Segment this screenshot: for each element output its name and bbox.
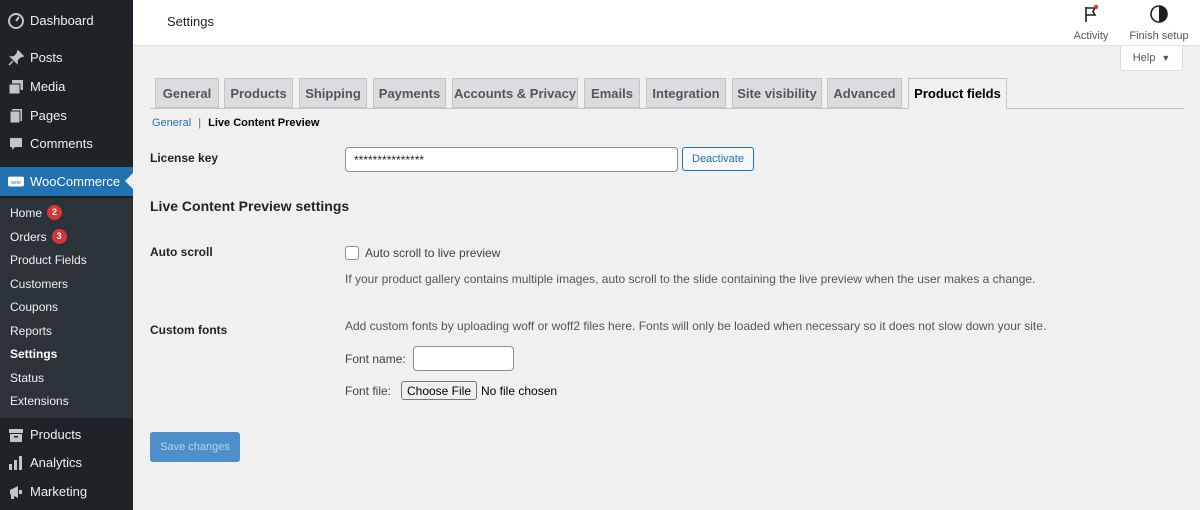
archive-icon xyxy=(8,427,24,443)
menu-label: Comments xyxy=(30,136,93,151)
license-key-label: License key xyxy=(150,151,219,165)
menu-label: Media xyxy=(30,79,66,94)
submenu-item-coupons[interactable]: Coupons xyxy=(10,300,58,314)
submenu-item-orders[interactable]: Orders 3 xyxy=(10,229,67,244)
count-badge: 3 xyxy=(51,229,67,244)
submenu-item-settings[interactable]: Settings xyxy=(10,347,57,361)
tab-advanced[interactable]: Advanced xyxy=(827,78,902,108)
svg-text:woo: woo xyxy=(11,179,21,185)
menu-label: Products xyxy=(30,427,82,442)
tab-payments[interactable]: Payments xyxy=(373,78,446,108)
activity-label: Activity xyxy=(1073,30,1109,42)
submenu-item-extensions[interactable]: Extensions xyxy=(10,394,69,408)
font-name-input[interactable] xyxy=(413,346,514,371)
media-icon xyxy=(8,79,24,95)
section-title: Live Content Preview settings xyxy=(150,198,350,214)
font-name-label: Font name: xyxy=(345,352,406,366)
submenu-label: Reports xyxy=(10,324,53,338)
submenu-item-product-fields[interactable]: Product Fields xyxy=(10,253,87,267)
sub-navigation: General | Live Content Preview xyxy=(152,117,319,129)
submenu-label: Customers xyxy=(10,277,69,291)
top-header-bar: Settings Activity Finish setup xyxy=(133,0,1200,46)
submenu-item-customers[interactable]: Customers xyxy=(10,277,68,291)
pin-icon xyxy=(8,49,24,66)
menu-item-analytics[interactable]: Analytics xyxy=(0,448,133,477)
license-key-input[interactable]: *************** xyxy=(345,147,678,172)
submenu-item-status[interactable]: Status xyxy=(10,371,44,385)
tab-general[interactable]: General xyxy=(155,78,219,108)
submenu-label: Extensions xyxy=(10,394,69,408)
count-badge: 2 xyxy=(47,205,63,220)
subnav-current: Live Content Preview xyxy=(208,117,320,129)
pages-icon xyxy=(8,108,24,124)
no-file-chosen-text: No file chosen xyxy=(481,384,558,398)
auto-scroll-description: If your product gallery contains multipl… xyxy=(345,272,1036,286)
custom-fonts-description: Add custom fonts by uploading woff or wo… xyxy=(345,319,1047,333)
submenu-label: Orders xyxy=(10,229,47,244)
save-changes-button[interactable]: Save changes xyxy=(150,432,240,462)
auto-scroll-checkbox[interactable] xyxy=(345,246,359,260)
tab-integration[interactable]: Integration xyxy=(646,78,726,108)
menu-item-products[interactable]: Products xyxy=(0,420,133,449)
menu-item-pages[interactable]: Pages xyxy=(0,101,133,130)
dashboard-icon xyxy=(8,12,24,29)
tab-emails[interactable]: Emails xyxy=(584,78,640,108)
menu-label: Pages xyxy=(30,108,67,123)
flag-icon xyxy=(1085,4,1099,22)
menu-label: WooCommerce xyxy=(30,174,121,189)
menu-label: Dashboard xyxy=(30,13,94,28)
menu-item-marketing[interactable]: Marketing xyxy=(0,477,133,506)
chart-bar-icon xyxy=(8,455,24,471)
woo-icon: woo xyxy=(8,174,24,190)
finish-setup-button[interactable]: Finish setup xyxy=(1127,4,1191,42)
tab-products[interactable]: Products xyxy=(224,78,293,108)
auto-scroll-label: Auto scroll xyxy=(150,245,213,259)
woocommerce-submenu: Home 2 Orders 3 Product Fields Customers… xyxy=(0,198,133,418)
caret-down-icon: ▼ xyxy=(1161,53,1171,63)
tab-accounts-privacy[interactable]: Accounts & Privacy xyxy=(452,78,578,108)
help-label: Help xyxy=(1132,52,1156,64)
menu-item-dashboard[interactable]: Dashboard xyxy=(0,6,133,35)
custom-fonts-label: Custom fonts xyxy=(150,323,228,337)
menu-label: Posts xyxy=(30,50,63,65)
submenu-label: Product Fields xyxy=(10,253,87,267)
subnav-general-link[interactable]: General xyxy=(152,117,191,129)
choose-file-button[interactable]: Choose File xyxy=(401,381,477,400)
subnav-separator: | xyxy=(198,117,202,129)
tab-product-fields[interactable]: Product fields xyxy=(908,78,1007,109)
menu-label: Analytics xyxy=(30,455,83,470)
admin-sidebar: Dashboard Posts Media Pages Comments woo… xyxy=(0,0,133,510)
tabs-baseline xyxy=(150,108,1184,109)
deactivate-button[interactable]: Deactivate xyxy=(682,147,754,171)
submenu-label: Coupons xyxy=(10,300,59,314)
page-title: Settings xyxy=(167,14,214,29)
menu-label: Marketing xyxy=(30,484,88,499)
submenu-label: Status xyxy=(10,371,45,385)
submenu-item-reports[interactable]: Reports xyxy=(10,324,52,338)
finish-setup-label: Finish setup xyxy=(1129,30,1189,42)
submenu-label: Home xyxy=(10,205,43,220)
activity-button[interactable]: Activity xyxy=(1071,4,1111,42)
auto-scroll-checkbox-label[interactable]: Auto scroll to live preview xyxy=(365,246,500,260)
help-tab[interactable]: Help ▼ xyxy=(1120,46,1183,71)
menu-item-woocommerce[interactable]: woo WooCommerce xyxy=(0,167,133,196)
menu-item-media[interactable]: Media xyxy=(0,72,133,101)
menu-item-comments[interactable]: Comments xyxy=(0,129,133,158)
submenu-item-home[interactable]: Home 2 xyxy=(10,205,63,220)
half-circle-icon xyxy=(1150,5,1168,23)
font-file-label: Font file: xyxy=(345,384,392,398)
comments-icon xyxy=(8,136,24,152)
tab-shipping[interactable]: Shipping xyxy=(299,78,367,108)
submenu-label: Settings xyxy=(10,347,58,361)
megaphone-icon xyxy=(8,484,24,500)
menu-item-posts[interactable]: Posts xyxy=(0,43,133,72)
tab-site-visibility[interactable]: Site visibility xyxy=(732,78,822,108)
